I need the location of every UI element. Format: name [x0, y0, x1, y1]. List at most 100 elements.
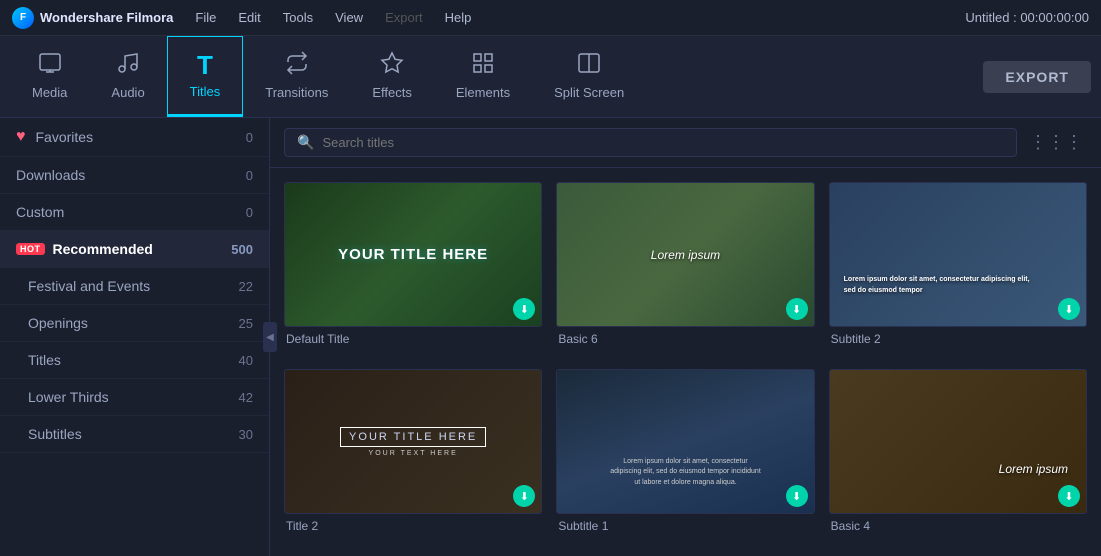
menu-export: Export — [381, 8, 427, 27]
title-thumb-subtitle-1: Lorem ipsum dolor sit amet, consectetura… — [556, 369, 814, 514]
menu-view[interactable]: View — [331, 8, 367, 27]
titles-icon: T — [197, 52, 213, 78]
thumb-bg-subtitle-1: Lorem ipsum dolor sit amet, consectetura… — [557, 370, 813, 513]
title-card-basic-6[interactable]: Lorem ipsum ⬇ Basic 6 — [556, 182, 814, 355]
thumb-bg-subtitle-2: Lorem ipsum dolor sit amet, consectetur … — [830, 183, 1086, 326]
sidebar-item-downloads[interactable]: Downloads 0 — [0, 157, 269, 194]
title-card-default-title[interactable]: YOUR TITLE HERE ⬇ Default Title — [284, 182, 542, 355]
menu-tools[interactable]: Tools — [279, 8, 317, 27]
sidebar-item-titles[interactable]: Titles 40 — [0, 342, 269, 379]
download-btn-basic-6[interactable]: ⬇ — [786, 298, 808, 320]
sidebar-lower-thirds-count: 42 — [239, 390, 253, 405]
thumb-bg-basic-6: Lorem ipsum — [557, 183, 813, 326]
sidebar-recommended-count: 500 — [231, 242, 253, 257]
title-card-subtitle-2[interactable]: Lorem ipsum dolor sit amet, consectetur … — [829, 182, 1087, 355]
card-label-basic-6: Basic 6 — [556, 332, 814, 346]
sidebar-item-openings[interactable]: Openings 25 — [0, 305, 269, 342]
title-card-basic-4[interactable]: Lorem ipsum ⬇ Basic 4 — [829, 369, 1087, 542]
sidebar-openings-label: Openings — [28, 315, 88, 331]
toolbar-titles[interactable]: T Titles — [167, 36, 244, 117]
main-content: ♥ Favorites 0 Downloads 0 Custom 0 HOT R… — [0, 118, 1101, 556]
split-screen-label: Split Screen — [554, 85, 624, 100]
menu-file[interactable]: File — [191, 8, 220, 27]
card-default-title-main: YOUR TITLE HERE — [332, 244, 494, 265]
audio-icon — [116, 51, 140, 79]
search-bar: 🔍 ⋮⋮⋮ — [270, 118, 1101, 168]
sidebar-item-subtitles[interactable]: Subtitles 30 — [0, 416, 269, 453]
split-screen-icon — [577, 51, 601, 79]
sidebar-favorites-count: 0 — [246, 130, 253, 145]
card-label-basic-4: Basic 4 — [829, 519, 1087, 533]
toolbar-transitions[interactable]: Transitions — [243, 36, 350, 117]
card-subtitle-2-text: Lorem ipsum dolor sit amet, consectetur … — [838, 273, 1043, 298]
effects-icon — [380, 51, 404, 79]
toolbar-split-screen[interactable]: Split Screen — [532, 36, 646, 117]
card-label-default-title: Default Title — [284, 332, 542, 346]
toolbar-effects[interactable]: Effects — [350, 36, 434, 117]
sidebar-titles-label: Titles — [28, 352, 61, 368]
title-thumb-basic-4: Lorem ipsum ⬇ — [829, 369, 1087, 514]
title-thumb-subtitle-2: Lorem ipsum dolor sit amet, consectetur … — [829, 182, 1087, 327]
card-basic-4-main: Lorem ipsum — [993, 460, 1074, 478]
card-label-subtitle-1: Subtitle 1 — [556, 519, 814, 533]
grid-view-icon[interactable]: ⋮⋮⋮ — [1025, 128, 1087, 157]
export-button[interactable]: EXPORT — [983, 61, 1091, 93]
media-icon — [38, 51, 62, 79]
thumb-bg-basic-4: Lorem ipsum — [830, 370, 1086, 513]
title-card-title-2[interactable]: YOUR TITLE HERE YOUR TEXT HERE ⬇ Title 2 — [284, 369, 542, 542]
sidebar-subtitles-count: 30 — [239, 427, 253, 442]
search-icon: 🔍 — [297, 134, 314, 151]
card-basic-6-main: Lorem ipsum — [645, 246, 726, 264]
app-logo-icon: F — [12, 7, 34, 29]
hot-badge: HOT — [16, 243, 45, 255]
elements-icon — [471, 51, 495, 79]
sidebar-item-favorites[interactable]: ♥ Favorites 0 — [0, 118, 269, 157]
transitions-icon — [285, 51, 309, 79]
sidebar-item-recommended[interactable]: HOT Recommended 500 — [0, 231, 269, 268]
sidebar-recommended-label: Recommended — [53, 241, 153, 257]
sidebar-festival-label: Festival and Events — [28, 278, 150, 294]
sidebar-openings-count: 25 — [239, 316, 253, 331]
sidebar-subtitles-label: Subtitles — [28, 426, 82, 442]
download-btn-subtitle-1[interactable]: ⬇ — [786, 485, 808, 507]
effects-label: Effects — [372, 85, 412, 100]
search-input[interactable] — [322, 135, 1004, 150]
menu-bar: F Wondershare Filmora File Edit Tools Vi… — [0, 0, 1101, 36]
titles-label: Titles — [190, 84, 221, 99]
sidebar-favorites-label: Favorites — [36, 129, 94, 145]
media-label: Media — [32, 85, 67, 100]
card-title-2-sub: YOUR TEXT HERE — [369, 450, 458, 457]
sidebar-item-lower-thirds[interactable]: Lower Thirds 42 — [0, 379, 269, 416]
toolbar: Media Audio T Titles Transitions — [0, 36, 1101, 118]
card-label-subtitle-2: Subtitle 2 — [829, 332, 1087, 346]
transitions-label: Transitions — [265, 85, 328, 100]
menu-edit[interactable]: Edit — [234, 8, 264, 27]
thumb-bg-default-title: YOUR TITLE HERE — [285, 183, 541, 326]
card-subtitle-1-text: Lorem ipsum dolor sit amet, consectetura… — [565, 457, 805, 489]
audio-label: Audio — [111, 85, 144, 100]
toolbar-audio[interactable]: Audio — [89, 36, 166, 117]
sidebar-custom-label: Custom — [16, 204, 64, 220]
toolbar-elements[interactable]: Elements — [434, 36, 532, 117]
card-label-title-2: Title 2 — [284, 519, 542, 533]
elements-label: Elements — [456, 85, 510, 100]
toolbar-media[interactable]: Media — [10, 36, 89, 117]
sidebar-item-custom[interactable]: Custom 0 — [0, 194, 269, 231]
project-title: Untitled : 00:00:00:00 — [965, 10, 1089, 25]
right-panel: 🔍 ⋮⋮⋮ YOUR TITLE HERE ⬇ Default Title — [270, 118, 1101, 556]
heart-icon: ♥ — [16, 128, 26, 146]
sidebar-item-festival-events[interactable]: Festival and Events 22 — [0, 268, 269, 305]
menu-help[interactable]: Help — [441, 8, 476, 27]
thumb-bg-title-2: YOUR TITLE HERE YOUR TEXT HERE — [285, 370, 541, 513]
app-name: Wondershare Filmora — [40, 10, 173, 25]
sidebar-downloads-count: 0 — [246, 168, 253, 183]
search-input-wrap: 🔍 — [284, 128, 1017, 157]
sidebar-scroll-handle[interactable]: ◀ — [263, 322, 277, 352]
sidebar-lower-thirds-label: Lower Thirds — [28, 389, 109, 405]
title-thumb-default-title: YOUR TITLE HERE ⬇ — [284, 182, 542, 327]
sidebar-downloads-label: Downloads — [16, 167, 85, 183]
title-card-subtitle-1[interactable]: Lorem ipsum dolor sit amet, consectetura… — [556, 369, 814, 542]
menu-items: File Edit Tools View Export Help — [191, 8, 947, 27]
titles-grid: YOUR TITLE HERE ⬇ Default Title Lorem ip… — [270, 168, 1101, 556]
title-thumb-basic-6: Lorem ipsum ⬇ — [556, 182, 814, 327]
